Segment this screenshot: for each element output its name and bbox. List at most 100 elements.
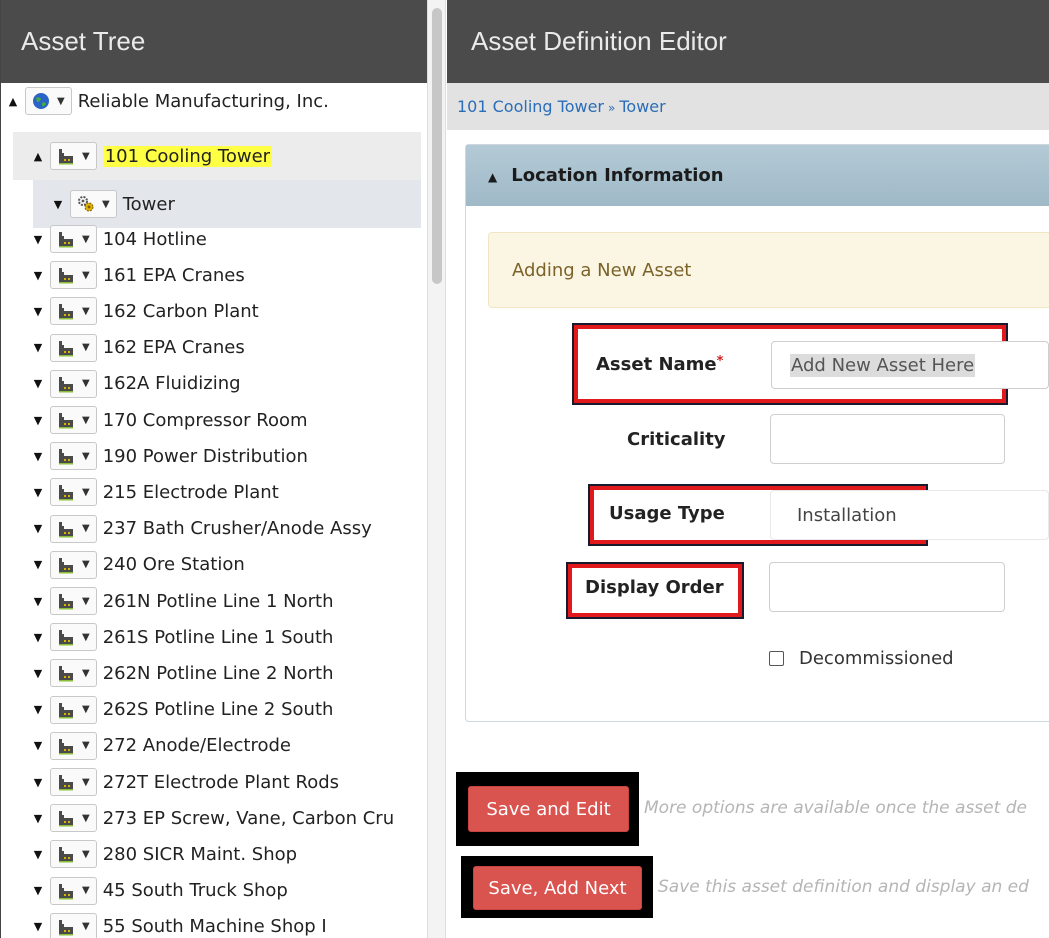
node-type-dropdown[interactable]: ▼ <box>50 478 97 507</box>
tree-item[interactable]: ▼ ▼ 261N Potline Line 1 North <box>1 583 427 619</box>
expand-triangle-icon[interactable]: ▼ <box>31 485 45 499</box>
save-add-next-button[interactable]: Save, Add Next <box>473 866 642 910</box>
breadcrumb-link-current[interactable]: Tower <box>619 97 665 116</box>
tree-item[interactable]: ▼ ▼ 162 EPA Cranes <box>1 330 427 366</box>
chevron-down-icon: ▼ <box>57 95 65 107</box>
criticality-input[interactable] <box>770 414 1005 464</box>
tree-item-label: 45 South Truck Shop <box>102 880 288 902</box>
factory-icon <box>57 882 75 900</box>
tree-item-label: 280 SICR Maint. Shop <box>102 843 298 865</box>
node-type-dropdown[interactable]: ▼ <box>50 623 97 652</box>
tree-item[interactable]: ▼ ▼ 280 SICR Maint. Shop <box>1 836 427 872</box>
factory-icon <box>57 592 75 610</box>
location-info-header[interactable]: ▲ Location Information <box>466 145 1049 206</box>
node-type-dropdown[interactable]: ▼ <box>50 514 97 543</box>
expand-triangle-icon[interactable]: ▼ <box>31 268 45 282</box>
expand-triangle-icon[interactable]: ▼ <box>31 920 45 934</box>
node-type-dropdown[interactable]: ▼ <box>50 731 97 760</box>
tree-item[interactable]: ▲ ▼ Reliable Manufacturing, Inc. <box>1 83 427 119</box>
asset-name-input[interactable]: Add New Asset Here <box>771 341 1049 389</box>
tree-item[interactable]: ▼ ▼ 162 Carbon Plant <box>1 293 427 329</box>
tree-item-label: 162A Fluidizing <box>102 373 241 395</box>
usage-type-select[interactable]: Installation <box>770 490 1049 540</box>
factory-icon <box>57 520 75 538</box>
node-type-dropdown[interactable]: ▼ <box>50 659 97 688</box>
scrollbar-thumb[interactable] <box>432 8 442 284</box>
node-type-dropdown[interactable]: ▼ <box>50 369 97 398</box>
tree-item[interactable]: ▼ ▼ 262S Potline Line 2 South <box>1 692 427 728</box>
expand-triangle-icon[interactable]: ▼ <box>31 630 45 644</box>
node-type-dropdown[interactable]: ▼ <box>50 804 97 833</box>
tree-item[interactable]: ▼ ▼ 272 Anode/Electrode <box>1 728 427 764</box>
collapse-triangle-icon[interactable]: ▲ <box>31 149 45 163</box>
expand-triangle-icon[interactable]: ▼ <box>31 413 45 427</box>
expand-triangle-icon[interactable]: ▼ <box>31 449 45 463</box>
expand-triangle-icon[interactable]: ▼ <box>31 304 45 318</box>
expand-triangle-icon[interactable]: ▼ <box>31 341 45 355</box>
expand-triangle-icon[interactable]: ▼ <box>31 775 45 789</box>
required-asterisk: * <box>716 354 724 369</box>
expand-triangle-icon[interactable]: ▼ <box>31 558 45 572</box>
node-type-dropdown[interactable]: ▼ <box>50 142 97 170</box>
expand-triangle-icon[interactable]: ▼ <box>31 703 45 717</box>
tree-item[interactable]: ▼ ▼ 162A Fluidizing <box>1 366 427 402</box>
expand-triangle-icon[interactable]: ▼ <box>31 811 45 825</box>
tree-item[interactable]: ▼ ▼ 240 Ore Station <box>1 547 427 583</box>
factory-icon <box>57 447 75 465</box>
tree-item[interactable]: ▼ ▼ 104 Hotline <box>1 221 427 257</box>
tree-item[interactable]: ▼ ▼ 237 Bath Crusher/Anode Assy <box>1 511 427 547</box>
tree-item-label: 262S Potline Line 2 South <box>102 699 334 721</box>
node-type-dropdown[interactable]: ▼ <box>50 587 97 615</box>
tree-item[interactable]: ▼ ▼ 215 Electrode Plant <box>1 474 427 510</box>
tree-item-label: Tower <box>122 193 175 215</box>
node-type-dropdown[interactable]: ▼ <box>50 550 97 579</box>
tree-item[interactable]: ▼ ▼ 161 EPA Cranes <box>1 257 427 293</box>
node-type-dropdown[interactable]: ▼ <box>50 442 97 471</box>
expand-triangle-icon[interactable]: ▼ <box>31 739 45 753</box>
node-type-dropdown[interactable]: ▼ <box>70 190 117 218</box>
node-type-dropdown[interactable]: ▼ <box>50 297 97 326</box>
tree-item[interactable]: ▼ ▼ 273 EP Screw, Vane, Carbon Cru <box>1 800 427 836</box>
node-type-dropdown[interactable]: ▼ <box>50 225 97 253</box>
factory-icon <box>57 737 75 755</box>
expand-triangle-icon[interactable]: ▼ <box>31 847 45 861</box>
expand-triangle-icon[interactable]: ▼ <box>31 377 45 391</box>
node-type-dropdown[interactable]: ▼ <box>50 912 97 938</box>
node-type-dropdown[interactable]: ▼ <box>50 695 97 724</box>
node-type-dropdown[interactable]: ▼ <box>50 768 97 796</box>
node-type-dropdown[interactable]: ▼ <box>50 261 97 290</box>
factory-icon <box>57 375 75 393</box>
expand-triangle-icon[interactable]: ▼ <box>31 594 45 608</box>
tree-item[interactable]: ▲ ▼ 101 Cooling Tower <box>13 132 421 180</box>
tree-item[interactable]: ▼ ▼ 45 South Truck Shop <box>1 873 427 909</box>
node-type-dropdown[interactable]: ▼ <box>50 876 97 905</box>
tree-item[interactable]: ▼ ▼ 261S Potline Line 1 South <box>1 619 427 655</box>
criticality-label: Criticality <box>627 429 726 450</box>
tree-item[interactable]: ▼ ▼ 272T Electrode Plant Rods <box>1 764 427 800</box>
decommissioned-checkbox[interactable] <box>769 651 784 666</box>
factory-icon <box>57 147 75 165</box>
tree-item[interactable]: ▼ ▼ 262N Potline Line 2 North <box>1 655 427 691</box>
expand-triangle-icon[interactable]: ▼ <box>31 884 45 898</box>
tree-item[interactable]: ▼ ▼ 190 Power Distribution <box>1 438 427 474</box>
pane-splitter[interactable] <box>427 0 446 938</box>
tree-item[interactable]: ▼ ▼ 55 South Machine Shop I <box>1 909 427 938</box>
display-order-input[interactable] <box>769 562 1005 612</box>
breadcrumb-link-parent[interactable]: 101 Cooling Tower <box>457 97 604 116</box>
chevron-down-icon: ▼ <box>82 150 90 162</box>
expand-triangle-icon[interactable]: ▼ <box>31 522 45 536</box>
expand-triangle-icon[interactable]: ▼ <box>51 197 65 211</box>
tree-item[interactable]: ▼ ▼ 170 Compressor Room <box>1 402 427 438</box>
collapse-triangle-icon[interactable]: ▲ <box>6 94 20 108</box>
save-and-edit-button[interactable]: Save and Edit <box>468 786 629 832</box>
node-type-dropdown[interactable]: ▼ <box>50 406 97 434</box>
decommissioned-row: Decommissioned <box>769 648 954 669</box>
tree-item-label: 215 Electrode Plant <box>102 481 279 503</box>
node-type-dropdown[interactable]: ▼ <box>50 840 97 869</box>
expand-triangle-icon[interactable]: ▼ <box>31 666 45 680</box>
node-type-dropdown[interactable]: ▼ <box>25 87 72 115</box>
expand-triangle-icon[interactable]: ▼ <box>31 232 45 246</box>
tree-item-label: 262N Potline Line 2 North <box>102 662 334 684</box>
node-type-dropdown[interactable]: ▼ <box>50 333 97 362</box>
chevron-down-icon: ▼ <box>82 486 90 498</box>
